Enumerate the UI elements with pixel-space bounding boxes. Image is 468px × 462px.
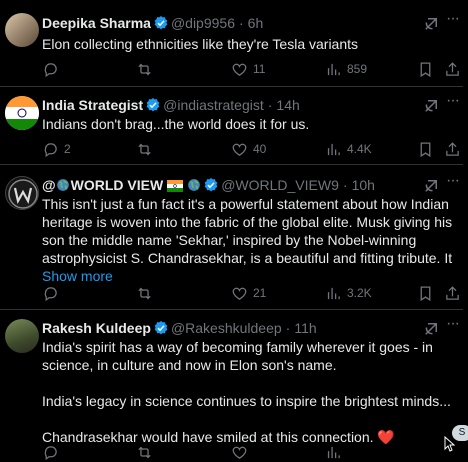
views-icon <box>327 287 340 299</box>
avatar[interactable] <box>5 319 39 353</box>
tweet[interactable]: India Strategist @indiastrategist · 14h ···… <box>0 87 463 165</box>
repost-button[interactable] <box>136 442 153 462</box>
separator: · <box>267 97 273 113</box>
tweet-text: India's spirit has a way of becoming fam… <box>42 339 451 445</box>
timestamp[interactable]: 11h <box>294 320 316 336</box>
timestamp[interactable]: 14h <box>276 97 299 113</box>
show-more-link[interactable]: Show more <box>42 268 113 284</box>
separator: · <box>239 15 244 31</box>
bookmark-button[interactable] <box>417 139 434 159</box>
tweet-header: India Strategist @indiastrategist · 14h <box>42 96 300 117</box>
avatar[interactable] <box>5 96 39 130</box>
display-name[interactable]: @ WORLD VIEW <box>42 177 201 193</box>
timestamp[interactable]: 6h <box>248 15 264 31</box>
grok-icon[interactable] <box>422 97 440 115</box>
like-button[interactable]: 11 <box>231 59 265 79</box>
repost-button[interactable] <box>136 139 158 159</box>
views-button[interactable] <box>325 442 342 462</box>
avatar[interactable] <box>5 176 39 210</box>
world-view-logo-icon <box>8 179 38 209</box>
tweet[interactable]: @ WORLD VIEW @WORLD_VIEW9 · 10h ··· This isn… <box>0 165 463 310</box>
like-button[interactable]: 40 <box>231 139 266 159</box>
reply-button[interactable] <box>42 283 64 303</box>
repost-icon <box>138 143 151 155</box>
globe-icon <box>188 179 201 191</box>
timestamp[interactable]: 10h <box>352 177 375 193</box>
tweet[interactable]: Rakesh Kuldeep @Rakeshkuldeep · 11h ··· Ind… <box>0 310 463 460</box>
views-button[interactable]: 3.2K <box>325 283 372 303</box>
india-flag-avatar-icon <box>5 96 39 130</box>
verified-badge-icon <box>153 320 169 340</box>
display-name[interactable]: Rakesh Kuldeep <box>42 320 151 336</box>
share-button[interactable] <box>444 283 461 303</box>
action-bar: 11 859 <box>42 59 462 79</box>
heart-icon <box>232 287 247 300</box>
reply-icon <box>44 445 57 460</box>
reply-button[interactable] <box>42 442 59 462</box>
bookmark-icon <box>420 141 431 157</box>
grok-icon[interactable] <box>422 320 440 338</box>
bookmark-button[interactable] <box>417 283 434 303</box>
tweet[interactable]: Deepika Sharma @dip9956 · 6h ··· Elon colle… <box>0 0 463 87</box>
repost-icon <box>138 446 151 458</box>
reply-button[interactable]: 2 <box>42 139 71 159</box>
separator: · <box>342 177 348 193</box>
verified-badge-icon <box>203 177 219 197</box>
verified-badge-icon <box>153 15 169 35</box>
share-button[interactable] <box>444 59 461 79</box>
tweet-text: This isn't just a fun fact it's a powerf… <box>42 196 453 284</box>
share-icon <box>446 285 459 300</box>
views-button[interactable]: 859 <box>325 59 367 79</box>
handle[interactable]: @WORLD_VIEW9 <box>221 177 339 193</box>
reply-icon <box>44 62 57 77</box>
grok-icon[interactable] <box>422 15 440 33</box>
action-bar <box>42 442 462 462</box>
reply-icon <box>44 142 57 157</box>
tweet-header: @ WORLD VIEW @WORLD_VIEW9 · 10h <box>42 176 375 197</box>
views-icon <box>327 63 340 75</box>
more-options-icon[interactable]: ··· <box>446 11 462 32</box>
tweet-header: Rakesh Kuldeep @Rakeshkuldeep · 11h <box>42 319 317 340</box>
bookmark-icon <box>420 61 431 77</box>
handle[interactable]: @dip9956 <box>171 15 235 31</box>
repost-icon <box>138 287 151 299</box>
more-options-icon[interactable]: ··· <box>446 173 462 194</box>
more-options-icon[interactable]: ··· <box>446 93 462 114</box>
reply-icon <box>44 286 57 301</box>
globe-icon <box>56 179 69 191</box>
display-name[interactable]: Deepika Sharma <box>42 15 151 31</box>
india-flag-icon <box>167 180 184 192</box>
avatar[interactable] <box>5 13 39 47</box>
heart-icon <box>232 143 247 156</box>
action-bar: 2 40 4.4K <box>42 139 462 159</box>
reply-button[interactable] <box>42 59 64 79</box>
heart-icon <box>232 63 247 76</box>
repost-button[interactable] <box>136 283 158 303</box>
repost-button[interactable] <box>136 59 158 79</box>
heart-icon <box>232 446 247 459</box>
action-bar: 21 3.2K <box>42 283 462 303</box>
repost-icon <box>138 63 151 75</box>
display-name[interactable]: India Strategist <box>42 97 143 113</box>
share-icon <box>446 141 459 156</box>
bookmark-icon <box>420 285 431 301</box>
like-button[interactable]: 21 <box>231 283 266 303</box>
tweet-text: Indians don't brag...the world does it f… <box>42 116 310 132</box>
handle[interactable]: @Rakeshkuldeep <box>171 320 282 336</box>
views-button[interactable]: 4.4K <box>325 139 372 159</box>
tweet-text: Elon collecting ethnicities like they're… <box>42 36 359 52</box>
views-icon <box>327 143 340 155</box>
share-icon <box>446 61 459 76</box>
tweet-header: Deepika Sharma @dip9956 · 6h <box>42 14 263 35</box>
verified-badge-icon <box>145 97 161 117</box>
more-options-icon[interactable]: ··· <box>446 316 462 337</box>
separator: · <box>285 320 291 336</box>
handle[interactable]: @indiastrategist <box>163 97 264 113</box>
views-icon <box>327 446 340 458</box>
bookmark-button[interactable] <box>417 59 434 79</box>
grok-icon[interactable] <box>422 177 440 195</box>
like-button[interactable] <box>231 442 248 462</box>
share-button[interactable] <box>444 139 461 159</box>
